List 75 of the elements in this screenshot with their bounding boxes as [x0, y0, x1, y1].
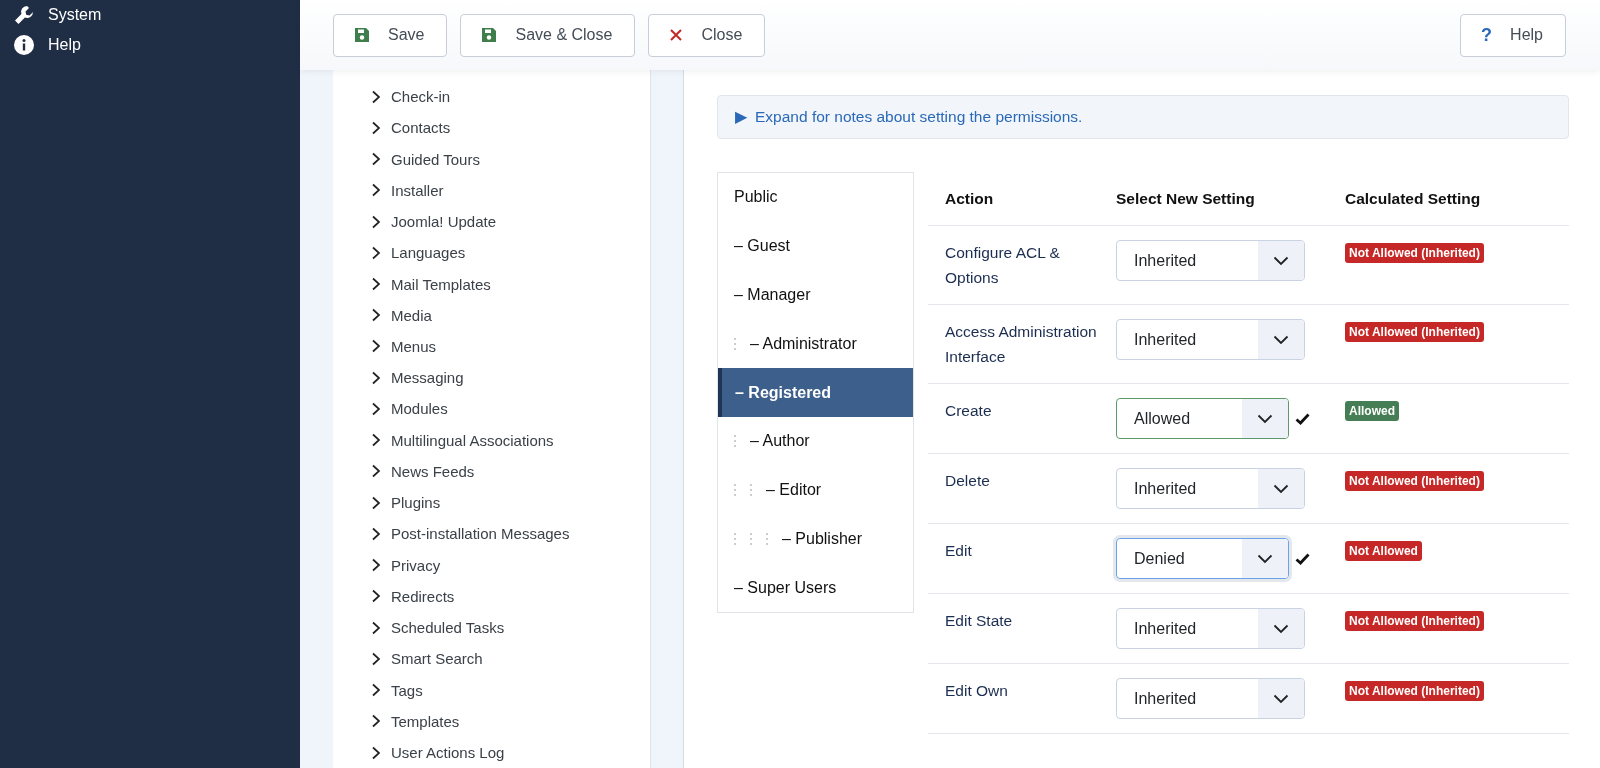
- wrench-icon: [14, 5, 34, 25]
- component-link[interactable]: News Feeds: [333, 455, 650, 488]
- group-item[interactable]: – Author: [718, 417, 913, 466]
- info-icon: [14, 35, 34, 55]
- component-link[interactable]: Redirects: [333, 580, 650, 612]
- group-item[interactable]: – Manager: [718, 270, 913, 320]
- toolbar-button[interactable]: Save & Close: [460, 13, 636, 57]
- chevron-down-icon: [1257, 413, 1273, 424]
- group-item[interactable]: – Super Users: [718, 563, 913, 613]
- toolbar-button[interactable]: Close: [648, 13, 766, 57]
- action-name: Edit State: [945, 611, 1014, 631]
- component-link[interactable]: Messaging: [333, 362, 650, 394]
- status-badge: Not Allowed (Inherited): [1345, 611, 1484, 631]
- close-icon: [669, 28, 684, 42]
- component-link[interactable]: Privacy: [333, 549, 650, 581]
- column-header: Action: [945, 189, 995, 208]
- chevron-down-icon: [1273, 255, 1289, 266]
- chevron-down-icon: [1273, 334, 1289, 345]
- column-header: Calculated Setting: [1345, 189, 1482, 208]
- component-link[interactable]: Modules: [333, 393, 650, 425]
- status-badge: Not Allowed (Inherited): [1345, 243, 1484, 263]
- component-link[interactable]: Mail Templates: [333, 268, 650, 300]
- component-link[interactable]: Multilingual Associations: [333, 424, 650, 456]
- status-badge: Not Allowed: [1345, 541, 1422, 561]
- action-name: Edit: [945, 541, 973, 561]
- component-link[interactable]: Scheduled Tasks: [333, 612, 650, 644]
- component-link[interactable]: Contacts: [333, 112, 650, 144]
- setting-select[interactable]: Inherited: [1116, 240, 1305, 281]
- component-link[interactable]: Templates: [333, 705, 650, 737]
- action-name: Access Administration Interface: [945, 322, 1098, 367]
- setting-select[interactable]: Inherited: [1116, 608, 1305, 649]
- component-link[interactable]: Smart Search: [333, 643, 650, 675]
- status-badge: Allowed: [1345, 401, 1399, 421]
- setting-select[interactable]: Allowed: [1116, 398, 1289, 439]
- action-name: Delete: [945, 471, 991, 491]
- group-item[interactable]: – Registered: [718, 368, 913, 417]
- group-item[interactable]: – Editor: [718, 465, 913, 515]
- status-badge: Not Allowed (Inherited): [1345, 681, 1484, 701]
- chevron-down-icon: [1273, 623, 1289, 634]
- group-item[interactable]: – Guest: [718, 221, 913, 271]
- toolbar-button[interactable]: Save: [333, 13, 448, 57]
- setting-select[interactable]: Inherited: [1116, 678, 1305, 719]
- component-link[interactable]: Joomla! Update: [333, 205, 650, 238]
- group-item[interactable]: – Publisher: [718, 514, 913, 564]
- status-badge: Not Allowed (Inherited): [1345, 471, 1484, 491]
- component-link[interactable]: Guided Tours: [333, 143, 650, 175]
- component-link[interactable]: Check-in: [333, 81, 650, 113]
- component-link[interactable]: User Actions Log: [333, 736, 650, 768]
- component-link[interactable]: Installer: [333, 174, 650, 206]
- sidebar-item[interactable]: System: [0, 0, 300, 30]
- action-name: Edit Own: [945, 681, 1009, 701]
- column-header: Select New Setting: [1116, 189, 1256, 208]
- notes-toggle[interactable]: ▶ Expand for notes about setting the permissions.: [717, 95, 1569, 139]
- component-link[interactable]: Plugins: [333, 487, 650, 519]
- setting-select[interactable]: Inherited: [1116, 319, 1305, 360]
- setting-select[interactable]: Inherited: [1116, 468, 1305, 509]
- group-item[interactable]: – Administrator: [718, 319, 913, 369]
- chevron-down-icon: [1257, 553, 1273, 564]
- component-link[interactable]: Post-installation Messages: [333, 518, 650, 550]
- checkmark-icon: [1295, 552, 1310, 565]
- setting-select[interactable]: Denied: [1116, 538, 1289, 579]
- component-link[interactable]: Menus: [333, 330, 650, 363]
- help-button[interactable]: ? Help: [1460, 13, 1566, 57]
- component-link[interactable]: Media: [333, 299, 650, 331]
- status-badge: Not Allowed (Inherited): [1345, 322, 1484, 342]
- help-icon: ?: [1481, 24, 1493, 46]
- chevron-down-icon: [1273, 693, 1289, 704]
- checkmark-icon: [1295, 412, 1310, 425]
- chevron-down-icon: [1273, 483, 1289, 494]
- action-name: Configure ACL & Options: [945, 243, 1061, 288]
- component-link[interactable]: Languages: [333, 237, 650, 269]
- sidebar-item[interactable]: Help: [0, 30, 300, 60]
- group-item[interactable]: Public: [718, 173, 913, 222]
- action-name: Create: [945, 401, 993, 421]
- component-link[interactable]: Tags: [333, 674, 650, 706]
